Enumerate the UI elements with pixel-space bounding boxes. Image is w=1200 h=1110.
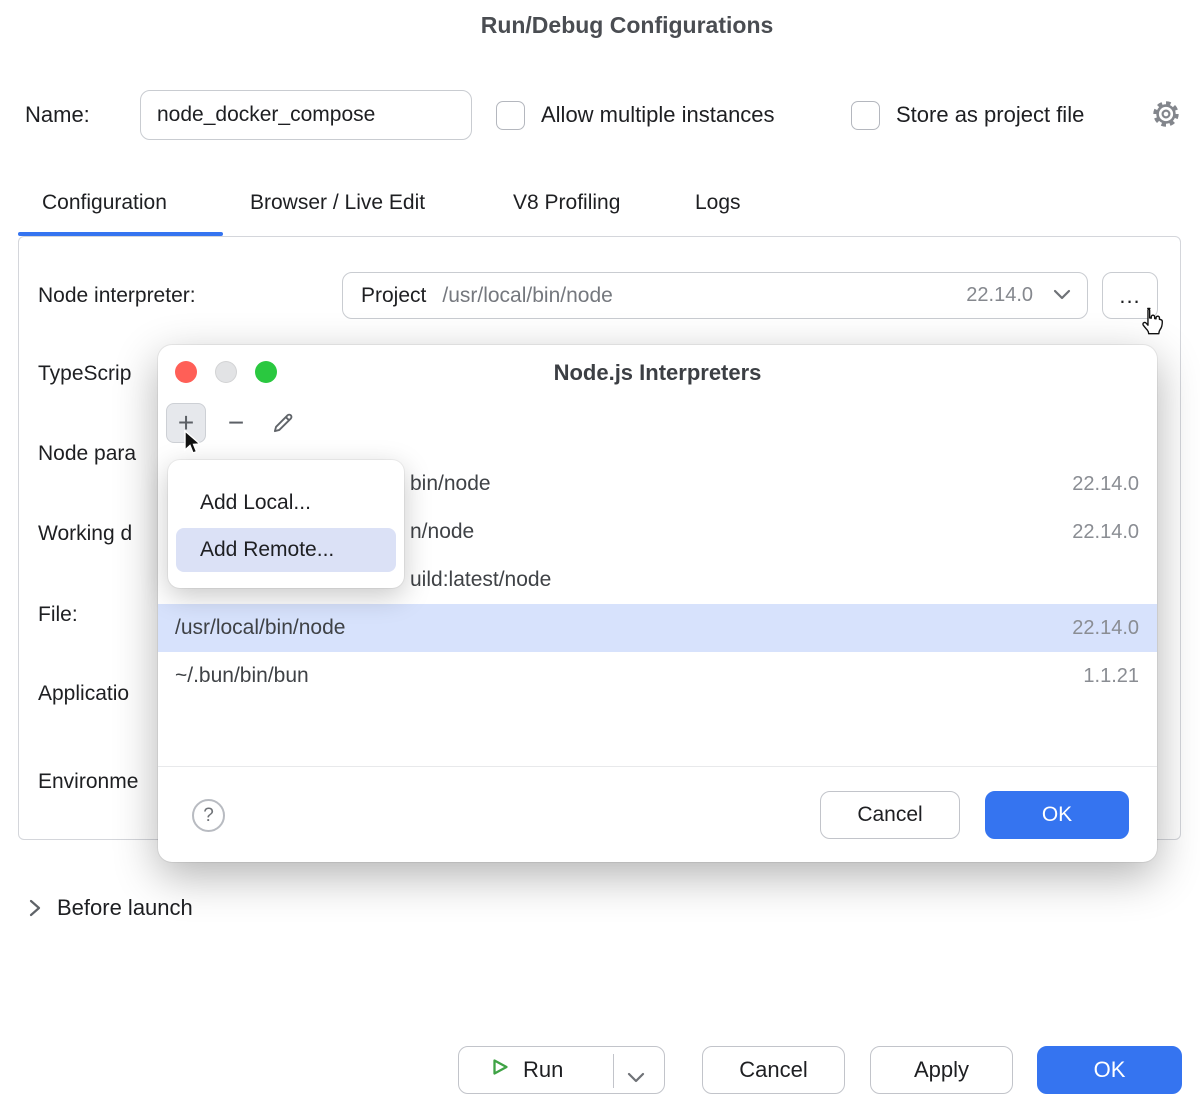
name-input[interactable]: node_docker_compose (140, 90, 472, 140)
allow-multiple-instances-label: Allow multiple instances (541, 102, 775, 128)
apply-button[interactable]: Apply (870, 1046, 1013, 1094)
chevron-right-icon[interactable] (28, 898, 42, 918)
help-button[interactable]: ? (192, 799, 225, 832)
name-label: Name: (25, 102, 90, 128)
run-split-divider (613, 1054, 614, 1088)
interpreter-row[interactable]: ~/.bun/bin/bun 1.1.21 (158, 652, 1157, 700)
allow-multiple-instances-checkbox[interactable] (496, 101, 525, 130)
remove-interpreter-button[interactable]: − (216, 403, 256, 443)
page-title: Run/Debug Configurations (54, 12, 1200, 39)
name-value: node_docker_compose (157, 103, 375, 127)
node-interpreter-label: Node interpreter: (38, 284, 196, 308)
store-as-project-file-checkbox[interactable] (851, 101, 880, 130)
node-interpreters-dialog: Node.js Interpreters + − bin/node 22.14.… (158, 345, 1157, 862)
menu-item-add-local[interactable]: Add Local... (200, 481, 311, 525)
tab-logs[interactable]: Logs (695, 191, 741, 215)
interpreter-row-selected[interactable]: /usr/local/bin/node 22.14.0 (158, 604, 1157, 652)
interpreter-scope: Project (361, 284, 426, 308)
environment-variables-label: Environme (38, 770, 138, 794)
tab-browser-live-edit[interactable]: Browser / Live Edit (250, 191, 425, 215)
working-directory-label: Working d (38, 522, 132, 546)
add-interpreter-button[interactable]: + (166, 403, 206, 443)
tab-configuration[interactable]: Configuration (42, 191, 167, 215)
interpreter-version: 22.14.0 (966, 284, 1033, 307)
run-debug-configurations-window: Run/Debug Configurations Name: node_dock… (0, 0, 1200, 1110)
browse-interpreters-button[interactable]: ... (1102, 272, 1158, 319)
run-play-icon (489, 1056, 511, 1084)
file-label: File: (38, 603, 78, 627)
node-parameters-label: Node para (38, 442, 136, 466)
interpreters-dialog-footer: ? Cancel OK (158, 766, 1157, 863)
add-interpreter-menu: Add Local... Add Remote... (168, 460, 404, 588)
settings-gear-icon[interactable] (1150, 98, 1182, 130)
application-parameters-label: Applicatio (38, 682, 129, 706)
menu-item-add-remote[interactable]: Add Remote... (176, 528, 396, 572)
run-button[interactable]: Run (458, 1046, 665, 1094)
ok-button[interactable]: OK (1037, 1046, 1182, 1094)
interpreters-cancel-button[interactable]: Cancel (820, 791, 960, 839)
run-dropdown-chevron-icon[interactable] (627, 1065, 645, 1089)
tab-v8-profiling[interactable]: V8 Profiling (513, 191, 620, 215)
before-launch-section[interactable]: Before launch (57, 895, 193, 921)
typescript-label: TypeScrip (38, 362, 131, 386)
cancel-button[interactable]: Cancel (702, 1046, 845, 1094)
store-as-project-file-label: Store as project file (896, 102, 1084, 128)
chevron-down-icon (1053, 287, 1071, 305)
node-interpreter-select[interactable]: Project /usr/local/bin/node 22.14.0 (342, 272, 1088, 319)
interpreters-dialog-title: Node.js Interpreters (158, 360, 1157, 386)
interpreter-path: /usr/local/bin/node (442, 284, 966, 308)
interpreters-ok-button[interactable]: OK (985, 791, 1129, 839)
edit-pencil-icon[interactable] (270, 410, 296, 436)
run-button-label: Run (523, 1057, 563, 1083)
